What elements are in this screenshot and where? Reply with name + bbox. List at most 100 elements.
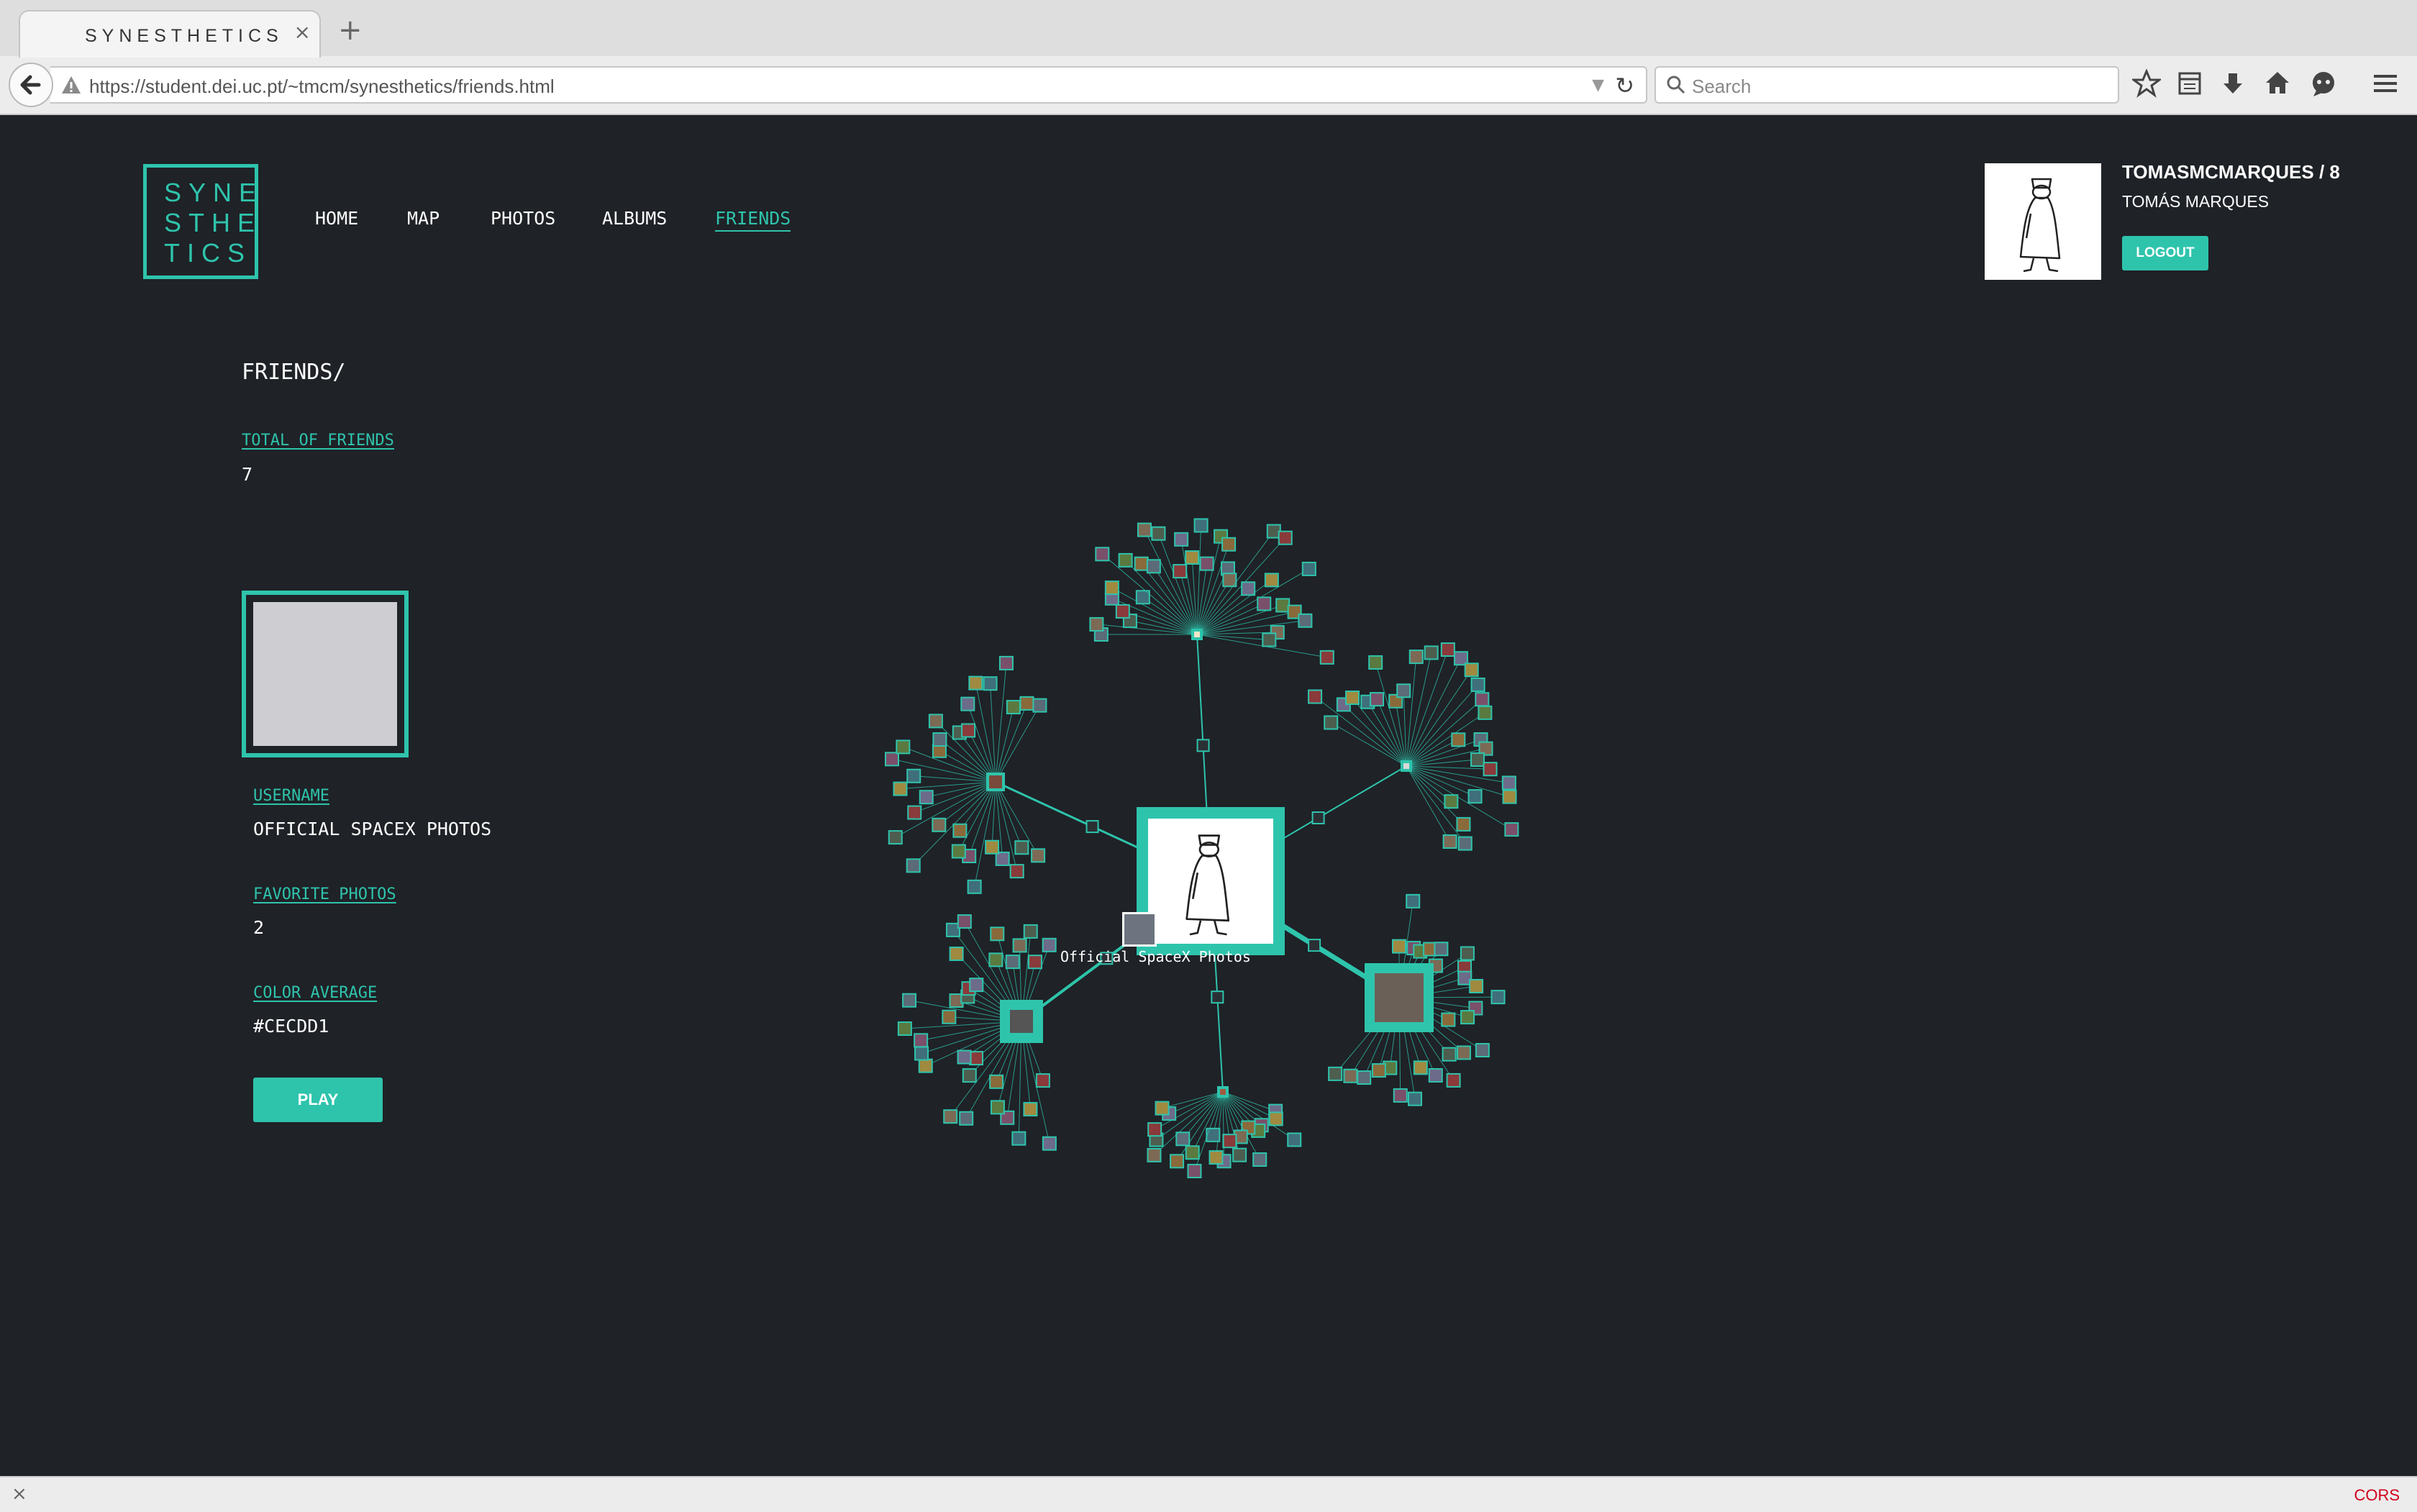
photo-thumbnail[interactable]: [884, 752, 899, 767]
photo-thumbnail[interactable]: [896, 739, 911, 755]
photo-thumbnail[interactable]: [1011, 1131, 1027, 1146]
photo-thumbnail[interactable]: [1319, 650, 1334, 665]
photo-thumbnail[interactable]: [1147, 1122, 1162, 1137]
url-dropdown-icon[interactable]: ▼: [1592, 76, 1604, 94]
photo-thumbnail[interactable]: [888, 830, 903, 845]
photo-thumbnail[interactable]: [1027, 955, 1042, 970]
photo-thumbnail[interactable]: [961, 723, 976, 738]
photo-thumbnail[interactable]: [942, 1009, 957, 1024]
photo-thumbnail[interactable]: [914, 1033, 929, 1048]
photo-thumbnail[interactable]: [1371, 1063, 1386, 1078]
photo-thumbnail[interactable]: [1298, 613, 1313, 628]
photo-thumbnail[interactable]: [919, 790, 934, 805]
photo-thumbnail[interactable]: [1345, 690, 1360, 705]
photo-thumbnail[interactable]: [1470, 752, 1485, 768]
photo-thumbnail[interactable]: [1444, 794, 1459, 809]
menu-icon[interactable]: [2371, 69, 2403, 101]
photo-thumbnail[interactable]: [1019, 696, 1034, 711]
photo-thumbnail[interactable]: [989, 1074, 1004, 1089]
photo-thumbnail[interactable]: [1009, 864, 1024, 879]
photo-thumbnail[interactable]: [967, 879, 982, 894]
photo-thumbnail[interactable]: [1406, 893, 1421, 908]
photo-thumbnail[interactable]: [1146, 559, 1161, 574]
photo-thumbnail[interactable]: [985, 839, 1000, 855]
photo-thumbnail[interactable]: [932, 732, 947, 747]
photo-thumbnail[interactable]: [1137, 522, 1152, 537]
photo-thumbnail[interactable]: [1441, 1012, 1456, 1027]
reload-icon[interactable]: ↻: [1615, 72, 1634, 99]
photo-thumbnail[interactable]: [1407, 1091, 1422, 1106]
reading-list-icon[interactable]: [2175, 69, 2207, 101]
photo-thumbnail[interactable]: [1006, 700, 1021, 715]
photo-thumbnail[interactable]: [1104, 580, 1119, 596]
photo-thumbnail[interactable]: [983, 676, 998, 691]
photo-thumbnail[interactable]: [1095, 547, 1110, 562]
nav-photos[interactable]: PHOTOS: [491, 208, 555, 229]
photo-thumbnail[interactable]: [1328, 1066, 1343, 1081]
cors-indicator[interactable]: CORS: [2354, 1486, 2400, 1505]
chat-icon[interactable]: [2309, 69, 2341, 101]
photo-thumbnail[interactable]: [1187, 1164, 1202, 1179]
photo-thumbnail[interactable]: [1483, 762, 1498, 777]
photo-thumbnail[interactable]: [1478, 705, 1493, 720]
photo-thumbnail[interactable]: [1241, 581, 1256, 596]
photo-thumbnail[interactable]: [1446, 1072, 1461, 1088]
photo-thumbnail[interactable]: [1155, 1101, 1170, 1116]
photo-thumbnail[interactable]: [1457, 836, 1472, 851]
photo-thumbnail[interactable]: [1221, 537, 1237, 552]
photo-thumbnail[interactable]: [1262, 632, 1277, 647]
photo-thumbnail[interactable]: [897, 1021, 912, 1037]
photo-thumbnail[interactable]: [1023, 1102, 1038, 1117]
friend-node[interactable]: [1217, 1086, 1229, 1098]
photo-thumbnail[interactable]: [1413, 1060, 1428, 1075]
photo-thumbnail[interactable]: [1442, 834, 1457, 849]
photo-thumbnail[interactable]: [990, 926, 1005, 942]
photo-thumbnail[interactable]: [1023, 924, 1038, 939]
photo-thumbnail[interactable]: [962, 1068, 977, 1083]
photo-thumbnail[interactable]: [1475, 1043, 1490, 1058]
photo-thumbnail[interactable]: [952, 823, 968, 838]
photo-thumbnail[interactable]: [1392, 939, 1406, 954]
tab-close-icon[interactable]: ×: [294, 20, 311, 44]
photo-thumbnail[interactable]: [914, 1046, 929, 1061]
photo-thumbnail[interactable]: [1464, 662, 1479, 678]
photo-thumbnail[interactable]: [1451, 732, 1466, 747]
photo-thumbnail[interactable]: [1206, 1127, 1221, 1142]
photo-thumbnail[interactable]: [957, 1049, 972, 1065]
photo-thumbnail[interactable]: [998, 655, 1014, 670]
back-button[interactable]: [9, 63, 53, 107]
friend-node[interactable]: [986, 773, 1005, 791]
shared-photo-thumbnail[interactable]: [1308, 939, 1321, 952]
photo-thumbnail[interactable]: [1031, 848, 1046, 863]
download-icon[interactable]: [2218, 69, 2250, 101]
url-text[interactable]: https://student.dei.uc.pt/~tmcm/synesthe…: [89, 76, 555, 98]
friend-node[interactable]: [1401, 760, 1412, 772]
photo-thumbnail[interactable]: [928, 714, 943, 729]
photo-thumbnail[interactable]: [1268, 1111, 1283, 1126]
photo-thumbnail[interactable]: [1301, 561, 1316, 576]
center-user-node[interactable]: [1137, 807, 1285, 955]
status-close-icon[interactable]: ×: [12, 1483, 27, 1505]
photo-thumbnail[interactable]: [1396, 683, 1411, 698]
photo-thumbnail[interactable]: [1408, 650, 1424, 665]
shared-photo-thumbnail[interactable]: [1196, 739, 1210, 752]
photo-thumbnail[interactable]: [1428, 1067, 1443, 1083]
photo-thumbnail[interactable]: [1278, 530, 1293, 545]
photo-thumbnail[interactable]: [1368, 655, 1383, 670]
photo-thumbnail[interactable]: [1199, 556, 1214, 571]
photo-thumbnail[interactable]: [1442, 1047, 1457, 1062]
photo-thumbnail[interactable]: [906, 858, 921, 873]
photo-thumbnail[interactable]: [1343, 1068, 1358, 1083]
photo-thumbnail[interactable]: [960, 696, 975, 711]
photo-thumbnail[interactable]: [1042, 937, 1057, 952]
photo-thumbnail[interactable]: [1504, 822, 1519, 837]
photo-thumbnail[interactable]: [1035, 1073, 1050, 1088]
photo-thumbnail[interactable]: [1434, 942, 1449, 957]
photo-thumbnail[interactable]: [1252, 1152, 1267, 1167]
photo-thumbnail[interactable]: [1324, 715, 1339, 730]
site-logo[interactable]: SYNE STHE TICS: [143, 164, 258, 279]
logout-button[interactable]: LOGOUT: [2122, 236, 2208, 270]
hovered-photo-thumbnail[interactable]: [1122, 912, 1157, 947]
search-bar[interactable]: Search: [1654, 66, 2119, 104]
photo-thumbnail[interactable]: [1170, 1154, 1185, 1169]
